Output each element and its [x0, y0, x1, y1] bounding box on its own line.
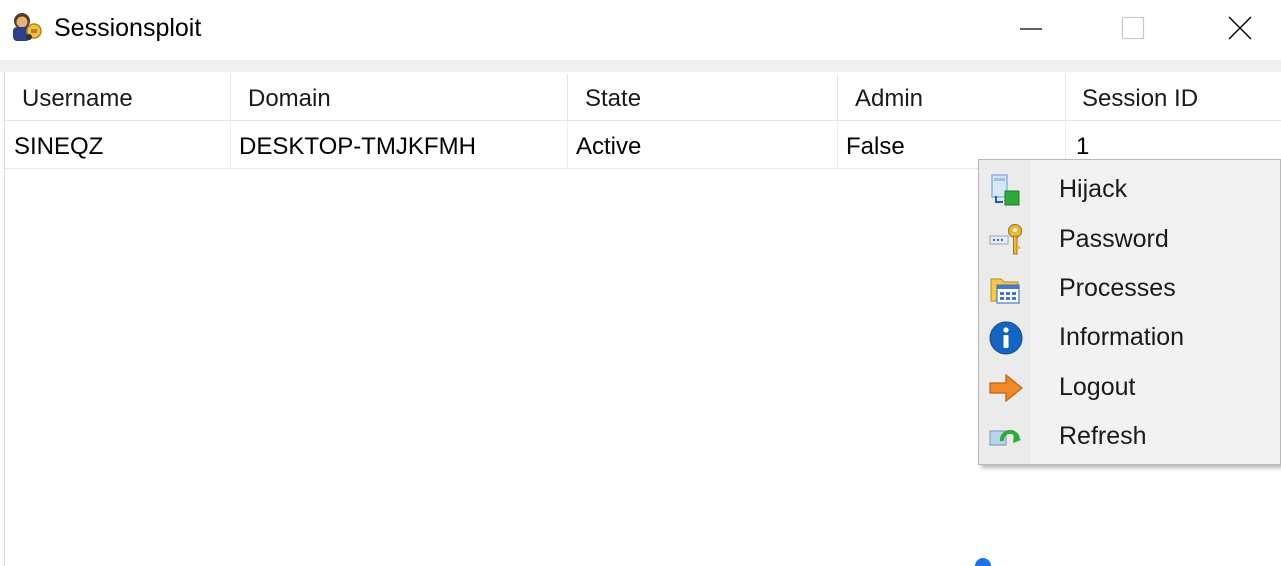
context-menu: Hijack Password Processes Information Lo… — [978, 159, 1281, 465]
column-header-state[interactable]: State — [568, 74, 838, 121]
column-header-domain[interactable]: Domain — [231, 74, 568, 121]
information-icon — [988, 320, 1024, 356]
menu-item-refresh[interactable]: Refresh — [979, 411, 1280, 460]
menu-item-label: Password — [1059, 225, 1169, 253]
menu-item-password[interactable]: Password — [979, 214, 1280, 263]
column-header-username[interactable]: Username — [5, 74, 231, 121]
menu-item-information[interactable]: Information — [979, 312, 1280, 361]
title-separator — [0, 60, 1281, 72]
processes-icon — [988, 271, 1024, 307]
title-bar[interactable]: Sessionsploit — [0, 0, 1281, 60]
close-button[interactable] — [1190, 0, 1281, 58]
app-window: Sessionsploit Username Domain State Admi… — [0, 0, 1281, 566]
menu-item-processes[interactable]: Processes — [979, 263, 1280, 312]
cell-domain: DESKTOP-TMJKFMH — [231, 121, 568, 168]
column-header-session-id[interactable]: Session ID — [1066, 74, 1281, 121]
minimize-icon — [1020, 28, 1042, 30]
cell-state: Active — [568, 121, 838, 168]
menu-item-hijack[interactable]: Hijack — [979, 164, 1280, 213]
maximize-button[interactable] — [1083, 0, 1183, 58]
menu-item-label: Refresh — [1059, 422, 1147, 450]
close-icon — [1228, 16, 1252, 40]
app-icon — [9, 11, 47, 45]
menu-item-label: Hijack — [1059, 175, 1128, 203]
refresh-icon — [988, 419, 1024, 455]
maximize-icon — [1121, 16, 1145, 40]
menu-item-label: Logout — [1059, 373, 1136, 401]
menu-item-label: Processes — [1059, 274, 1176, 302]
list-header: Username Domain State Admin Session ID — [5, 74, 1281, 121]
minimize-button[interactable] — [981, 0, 1081, 58]
menu-item-logout[interactable]: Logout — [979, 362, 1280, 411]
cell-username: SINEQZ — [5, 121, 231, 168]
column-header-admin[interactable]: Admin — [838, 74, 1066, 121]
menu-item-label: Information — [1059, 323, 1185, 351]
hijack-icon — [988, 172, 1024, 208]
logout-arrow-icon — [988, 370, 1024, 406]
window-title: Sessionsploit — [54, 14, 202, 42]
password-key-icon — [988, 222, 1024, 258]
